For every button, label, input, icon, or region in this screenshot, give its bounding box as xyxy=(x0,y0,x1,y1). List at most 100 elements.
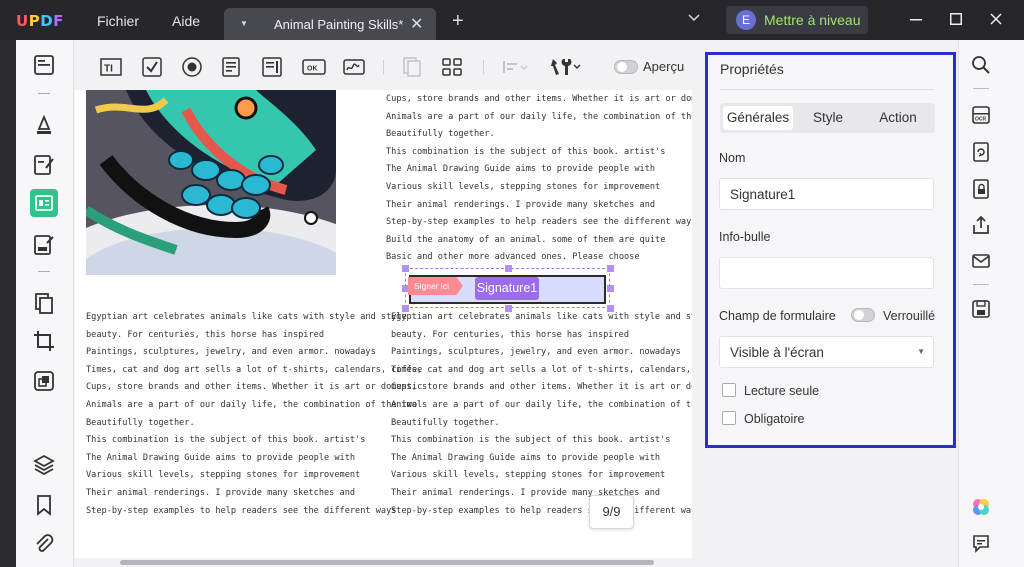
highlighter-icon[interactable] xyxy=(32,113,56,137)
form-toolbar: TI OK Aperçu xyxy=(75,44,695,90)
duplicate-icon[interactable] xyxy=(401,56,423,78)
horizontal-scrollbar[interactable] xyxy=(120,560,654,565)
attachment-icon[interactable] xyxy=(32,532,56,556)
avatar[interactable]: E xyxy=(736,10,756,30)
svg-text:TI: TI xyxy=(104,64,113,75)
readonly-checkbox[interactable] xyxy=(722,383,736,397)
document-page: Cups, store brands and other items. Whet… xyxy=(75,90,692,558)
panel-title: Propriétés xyxy=(720,61,784,77)
text-line: Animals are a part of our daily life, th… xyxy=(86,399,418,410)
text-field-icon[interactable]: TI xyxy=(100,56,122,78)
text-line: The Animal Drawing Guide aims to provide… xyxy=(386,164,656,175)
page-indicator[interactable]: 9/9 xyxy=(589,495,634,529)
text-line: Their animal renderings. I provide many … xyxy=(86,487,356,498)
select-arrow-icon: ▼ xyxy=(917,347,925,356)
tab-close-icon[interactable]: ✕ xyxy=(410,14,423,34)
text-line: Egyptian art celebrates animals like cat… xyxy=(86,312,407,322)
text-line: Cups, store brands and other items. Whet… xyxy=(391,382,692,393)
layers-icon[interactable] xyxy=(32,453,56,477)
search-icon[interactable] xyxy=(971,55,991,75)
svg-text:OCR: OCR xyxy=(975,117,987,123)
toolbar-divider xyxy=(483,60,484,74)
dropdown-field-icon[interactable] xyxy=(221,56,243,78)
tab-dropdown-icon[interactable]: ▼ xyxy=(240,19,248,28)
edit-pdf-icon[interactable] xyxy=(32,153,56,177)
document-tab[interactable]: ▼ Animal Painting Skills* ✕ xyxy=(224,8,436,40)
form-tools-icon[interactable] xyxy=(549,56,583,78)
required-checkbox[interactable] xyxy=(722,411,736,425)
menu-file[interactable]: Fichier xyxy=(97,13,139,29)
text-line: beauty. For centuries, this horse has in… xyxy=(391,329,629,340)
toolbar-divider xyxy=(973,88,989,89)
form-field-label: Champ de formulaire xyxy=(719,309,836,323)
locked-toggle[interactable] xyxy=(851,308,875,322)
share-icon[interactable] xyxy=(971,215,991,235)
resize-handle[interactable] xyxy=(402,305,409,312)
tooltip-input[interactable] xyxy=(719,257,934,289)
convert-icon[interactable] xyxy=(971,142,991,162)
ai-assistant-icon[interactable] xyxy=(971,497,991,517)
text-line: Times, cat and dog art sells a lot of t-… xyxy=(86,364,423,375)
readonly-label: Lecture seule xyxy=(744,384,820,398)
grid-icon[interactable] xyxy=(441,56,463,78)
left-edge xyxy=(0,40,16,567)
text-line: Cups, store brands and other items. Whet… xyxy=(86,382,423,393)
name-input[interactable]: Signature1 xyxy=(719,178,934,210)
sign-here-flag: Signer ici xyxy=(408,277,463,295)
maximize-icon[interactable] xyxy=(950,13,962,25)
resize-handle[interactable] xyxy=(402,265,409,272)
resize-handle[interactable] xyxy=(505,265,512,272)
tab-style[interactable]: Style xyxy=(796,106,860,130)
text-line: Animals are a part of our daily life, th… xyxy=(391,399,692,410)
signature-field-icon[interactable] xyxy=(343,56,365,78)
crop-icon[interactable] xyxy=(32,329,56,353)
organize-pages-icon[interactable] xyxy=(32,291,56,315)
chevron-down-icon[interactable] xyxy=(688,14,700,22)
save-icon[interactable] xyxy=(971,299,991,319)
name-label: Nom xyxy=(719,151,746,165)
prepare-form-button[interactable] xyxy=(30,189,58,217)
tab-action[interactable]: Action xyxy=(864,106,932,130)
preview-toggle[interactable] xyxy=(614,60,638,74)
tab-general[interactable]: Générales xyxy=(723,106,793,130)
upgrade-label: Mettre à niveau xyxy=(764,12,861,28)
minimize-icon[interactable] xyxy=(910,19,922,21)
resize-handle[interactable] xyxy=(402,285,409,292)
fill-sign-icon[interactable] xyxy=(32,233,56,257)
reader-icon[interactable] xyxy=(32,53,56,77)
resize-handle[interactable] xyxy=(607,285,614,292)
comment-icon[interactable] xyxy=(971,533,991,553)
text-line: This combination is the subject of this … xyxy=(386,146,666,157)
text-line: The Animal Drawing Guide aims to provide… xyxy=(391,452,661,463)
ocr-icon[interactable]: OCR xyxy=(971,105,991,125)
visibility-select[interactable]: Visible à l'écran ▼ xyxy=(719,336,934,368)
text-line: Times, cat and dog art sells a lot of t-… xyxy=(391,364,692,375)
tools-icon[interactable] xyxy=(32,369,56,393)
list-box-icon[interactable] xyxy=(261,56,283,78)
text-line: Build the anatomy of an animal. some of … xyxy=(386,234,666,245)
checkbox-icon[interactable] xyxy=(141,56,163,78)
align-icon[interactable] xyxy=(501,56,529,78)
resize-handle[interactable] xyxy=(505,305,512,312)
upgrade-button[interactable]: E Mettre à niveau xyxy=(726,6,868,34)
button-field-icon[interactable]: OK xyxy=(302,56,326,78)
title-bar: UPDF Fichier Aide ▼ Animal Painting Skil… xyxy=(0,0,1024,40)
text-line: Step-by-step examples to help readers se… xyxy=(386,217,692,228)
menu-help[interactable]: Aide xyxy=(172,13,200,29)
app-logo: UPDF xyxy=(16,12,64,30)
close-window-icon[interactable] xyxy=(990,13,1002,25)
text-line: Various skill levels, stepping stones fo… xyxy=(386,181,661,192)
bookmark-icon[interactable] xyxy=(32,493,56,517)
new-tab-icon[interactable]: + xyxy=(452,10,464,33)
text-line: beauty. For centuries, this horse has in… xyxy=(86,329,324,340)
text-line: Cups, store brands and other items. Whet… xyxy=(386,94,692,104)
locked-label: Verrouillé xyxy=(883,309,936,323)
text-column-right-bottom: Egyptian art celebrates animals like cat… xyxy=(391,312,692,523)
protect-icon[interactable] xyxy=(971,179,991,199)
resize-handle[interactable] xyxy=(607,265,614,272)
radio-button-icon[interactable] xyxy=(181,56,203,78)
email-icon[interactable] xyxy=(971,251,991,271)
resize-handle[interactable] xyxy=(607,305,614,312)
text-column-left-bottom: Egyptian art celebrates animals like cat… xyxy=(86,312,422,523)
text-line: Their animal renderings. I provide many … xyxy=(386,199,656,210)
